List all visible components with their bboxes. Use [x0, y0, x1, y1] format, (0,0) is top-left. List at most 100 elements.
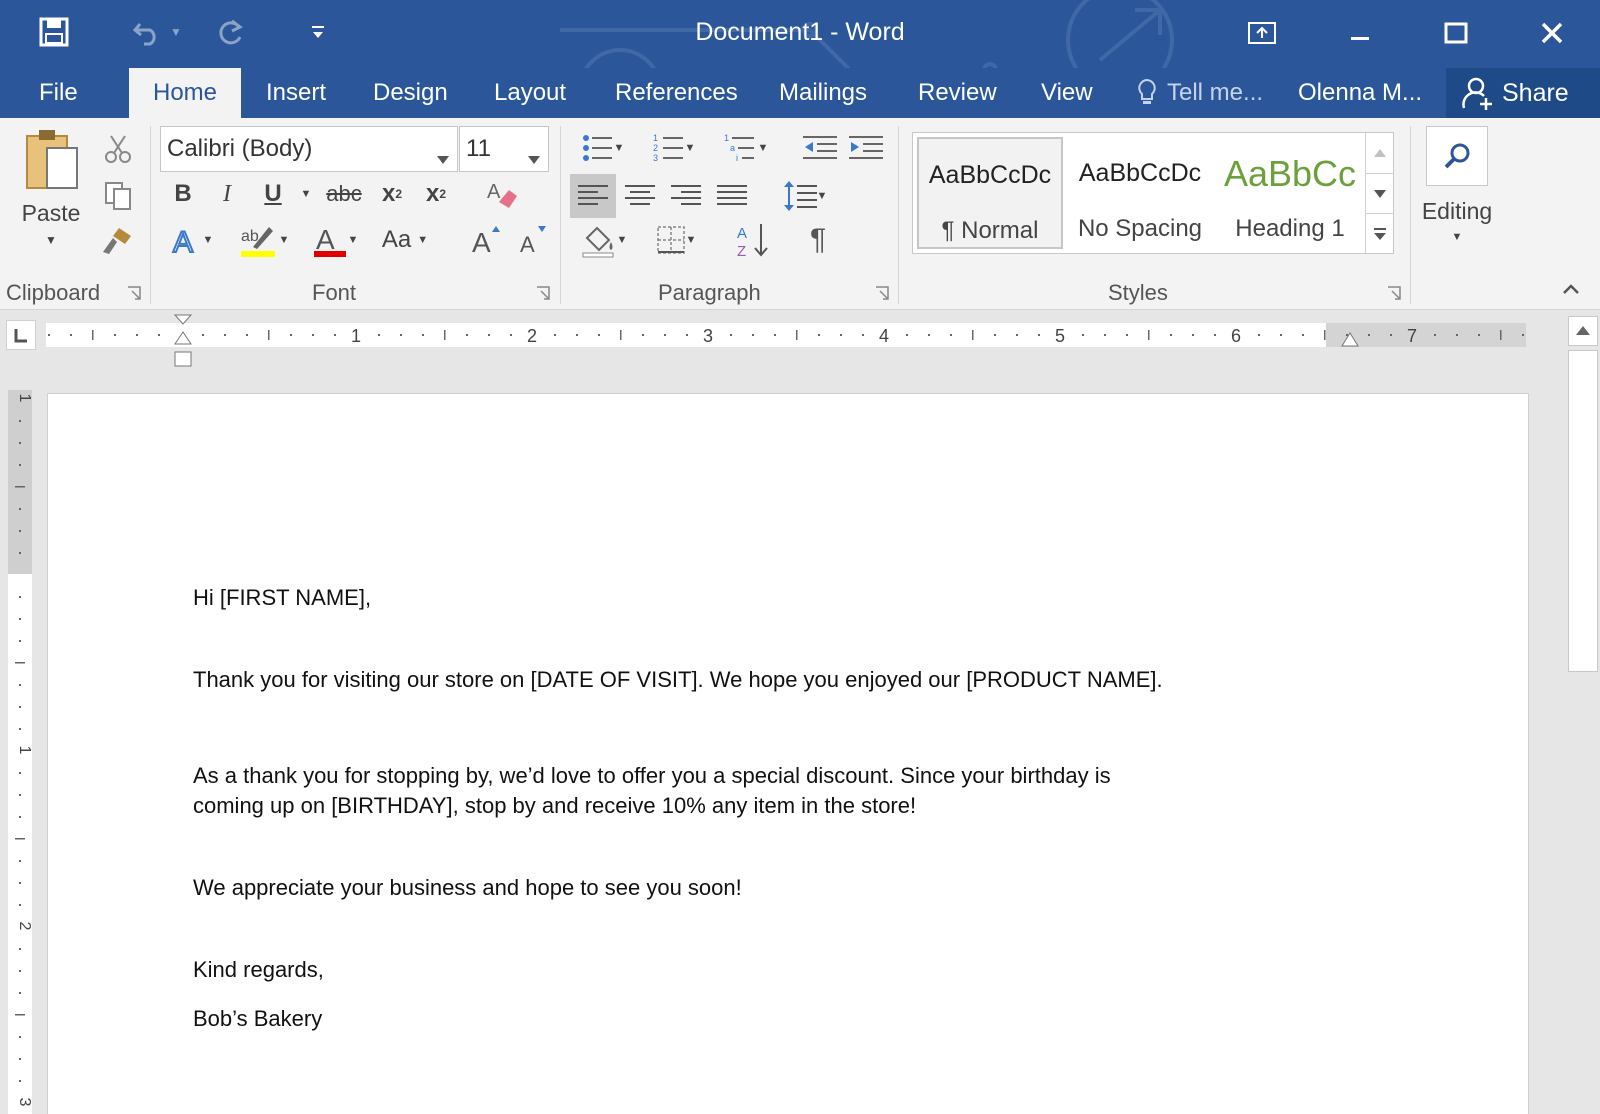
editing-button[interactable]: Editing ▼: [1416, 126, 1498, 266]
ruler-dot: [19, 948, 21, 950]
style-sample: AaBbCcDc: [1078, 159, 1202, 187]
paragraph-dialog-launcher[interactable]: [875, 286, 889, 300]
title-bar: ▼ Document1 - Word: [0, 0, 1600, 68]
sort-button[interactable]: A Z: [732, 220, 776, 260]
doc-line[interactable]: Bob’s Bakery: [193, 1003, 322, 1034]
ribbon-display-options-button[interactable]: [1230, 8, 1294, 58]
ruler-dot: [312, 334, 314, 336]
justify-button[interactable]: [710, 174, 754, 218]
text-highlight-button[interactable]: ab ▼: [232, 220, 296, 260]
show-formatting-marks-button[interactable]: ¶: [798, 220, 838, 260]
font-color-icon: A: [313, 224, 346, 257]
ruler-dot: [70, 334, 72, 336]
collapse-ribbon-button[interactable]: [1556, 274, 1586, 304]
subscript-button[interactable]: x2: [374, 174, 410, 214]
tab-references[interactable]: References: [615, 68, 738, 118]
increase-indent-button[interactable]: [846, 128, 886, 168]
shrink-font-button[interactable]: A: [514, 220, 552, 260]
doc-line[interactable]: Thank you for visiting our store on [DAT…: [193, 664, 1163, 695]
ruler-ticks: 1 2 3 4 5 6 7: [46, 323, 1526, 347]
ruler-half-tick: [268, 330, 270, 340]
vertical-scrollbar[interactable]: [1566, 316, 1600, 1114]
scroll-up-button[interactable]: [1568, 316, 1598, 346]
grow-font-button[interactable]: A: [466, 220, 506, 260]
doc-line[interactable]: As a thank you for stopping by, we’d lov…: [193, 760, 1111, 791]
tab-view[interactable]: View: [1041, 68, 1093, 118]
share-button[interactable]: Share: [1446, 68, 1600, 118]
style-normal[interactable]: AaBbCcDc ¶ Normal: [917, 137, 1063, 249]
styles-more-button[interactable]: [1365, 213, 1393, 253]
svg-text:A: A: [316, 224, 335, 255]
styles-scroll-up-button[interactable]: [1365, 133, 1393, 173]
italic-button[interactable]: I: [210, 174, 244, 214]
ruler-dot: [19, 508, 21, 510]
clipboard-dialog-launcher[interactable]: [127, 286, 141, 300]
copy-button[interactable]: [98, 176, 138, 214]
chevron-down-icon: ▼: [1451, 231, 1463, 243]
style-heading-1[interactable]: AaBbCc Heading 1: [1217, 137, 1363, 249]
font-name-combo[interactable]: Calibri (Body): [160, 126, 458, 172]
bold-button[interactable]: B: [166, 174, 200, 214]
shading-button[interactable]: ▼: [572, 220, 636, 260]
svg-text:A: A: [737, 225, 747, 242]
maximize-button[interactable]: [1424, 8, 1488, 58]
find-icon-frame: [1426, 126, 1488, 186]
tell-me-box[interactable]: Tell me...: [1137, 68, 1263, 118]
cut-button[interactable]: [98, 130, 138, 168]
tab-home[interactable]: Home: [129, 68, 241, 118]
paste-button[interactable]: Paste ▼: [12, 126, 90, 276]
minimize-button[interactable]: [1328, 8, 1392, 58]
style-no-spacing[interactable]: AaBbCcDc No Spacing: [1067, 137, 1213, 249]
tab-review[interactable]: Review: [918, 68, 997, 118]
doc-line[interactable]: Kind regards,: [193, 954, 324, 985]
right-indent-marker[interactable]: [1341, 332, 1359, 348]
font-color-button[interactable]: A ▼: [304, 220, 366, 260]
styles-dialog-launcher[interactable]: [1387, 286, 1401, 300]
tab-insert[interactable]: Insert: [266, 68, 326, 118]
numbering-button[interactable]: 1 2 3 ▼: [642, 128, 706, 168]
scrollbar-thumb[interactable]: [1568, 350, 1598, 672]
ruler-dot: [19, 706, 21, 708]
text-effects-button[interactable]: A ▼: [164, 220, 220, 260]
left-indent-marker[interactable]: [174, 330, 192, 372]
line-spacing-button[interactable]: ▼: [774, 174, 836, 218]
separator: [560, 126, 561, 304]
ruler-dot: [1302, 334, 1304, 336]
format-painter-button[interactable]: [98, 222, 138, 260]
chevron-up-icon: [1576, 326, 1590, 335]
ruler-dot: [19, 1058, 21, 1060]
superscript-button[interactable]: x2: [418, 174, 454, 214]
borders-button[interactable]: ▼: [644, 220, 708, 260]
change-case-button[interactable]: Aa ▼: [374, 220, 436, 260]
multilevel-list-button[interactable]: 1 a i ▼: [714, 128, 778, 168]
decrease-indent-button[interactable]: [800, 128, 840, 168]
strikethrough-button[interactable]: abc: [324, 174, 364, 214]
doc-line[interactable]: We appreciate your business and hope to …: [193, 872, 742, 903]
dialog-launcher-icon: [1388, 286, 1401, 300]
svg-text:A: A: [472, 227, 491, 256]
align-left-button[interactable]: [570, 174, 616, 218]
vertical-ruler[interactable]: 1 1 2 3: [8, 390, 33, 1114]
close-button[interactable]: [1520, 8, 1584, 58]
align-right-button[interactable]: [664, 174, 708, 218]
font-dialog-launcher[interactable]: [536, 286, 550, 300]
clear-formatting-button[interactable]: A: [482, 174, 522, 214]
font-size-combo[interactable]: 11: [459, 126, 549, 172]
tab-file[interactable]: File: [39, 68, 78, 118]
chevron-down-icon: ▼: [45, 233, 57, 247]
bullets-button[interactable]: ▼: [572, 128, 634, 168]
account-user[interactable]: Olenna M...: [1298, 68, 1422, 118]
tab-mailings[interactable]: Mailings: [779, 68, 867, 118]
document-page[interactable]: Hi [FIRST NAME], Thank you for visiting …: [48, 394, 1528, 1114]
ruler-dot: [19, 640, 21, 642]
underline-dropdown[interactable]: ▼: [296, 174, 316, 214]
tab-selector[interactable]: [6, 320, 36, 350]
tab-design[interactable]: Design: [373, 68, 448, 118]
tab-layout[interactable]: Layout: [494, 68, 566, 118]
underline-button[interactable]: U: [256, 174, 290, 214]
doc-line[interactable]: coming up on [BIRTHDAY], stop by and rec…: [193, 790, 916, 821]
styles-scroll-down-button[interactable]: [1365, 173, 1393, 213]
doc-line[interactable]: Hi [FIRST NAME],: [193, 582, 371, 613]
horizontal-ruler[interactable]: 1 2 3 4 5 6 7: [46, 323, 1526, 347]
align-center-button[interactable]: [618, 174, 662, 218]
